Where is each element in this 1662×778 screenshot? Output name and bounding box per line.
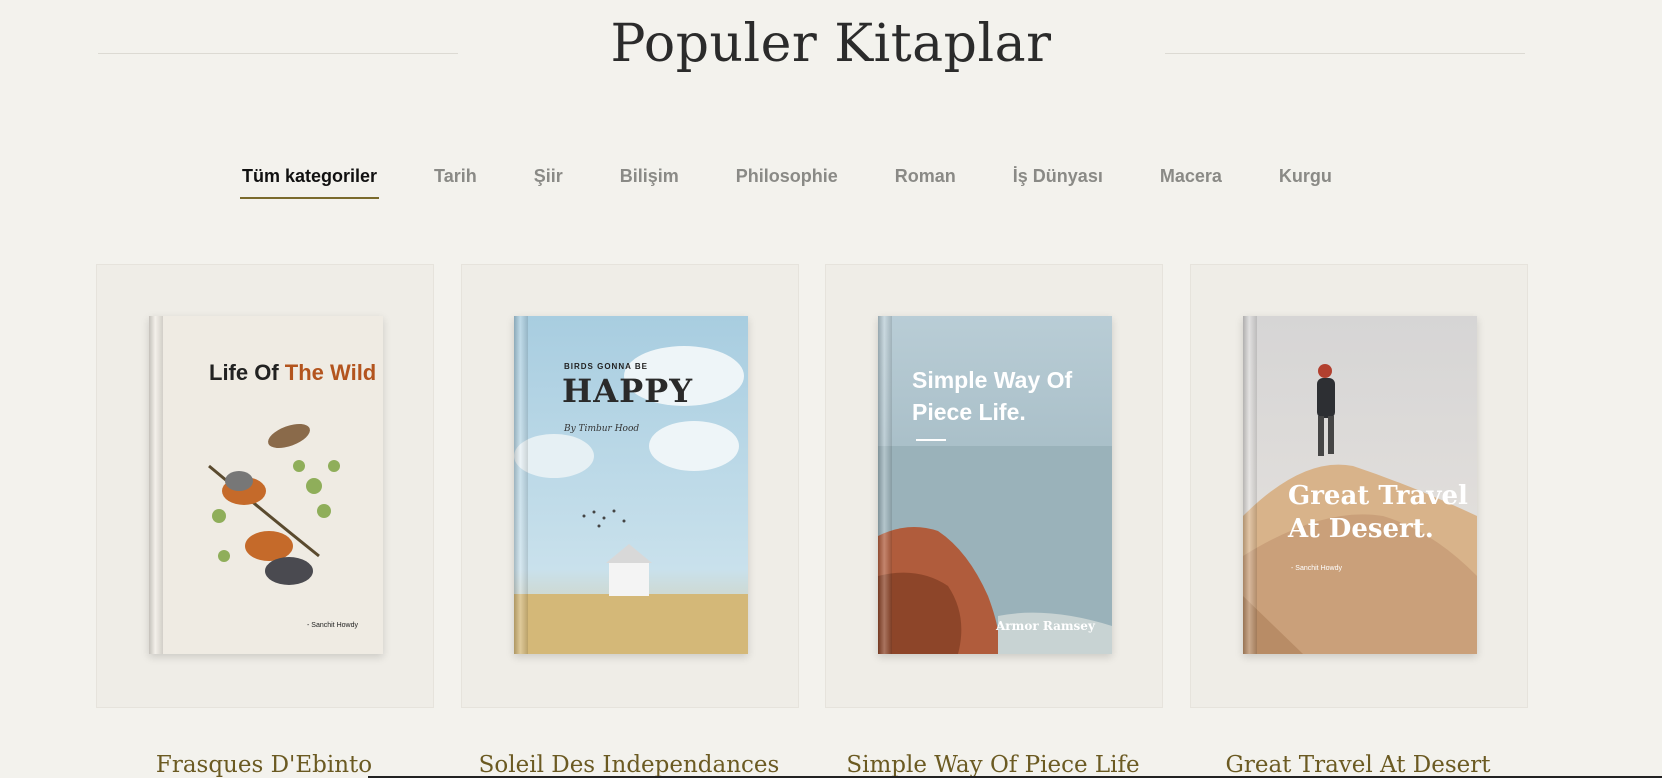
title-divider-right [1165, 53, 1525, 54]
cover-title-part: Life Of [209, 360, 285, 385]
cover-title-line: At Desert. [1288, 514, 1434, 544]
category-tabs: Tüm kategoriler Tarih Şiir Bilişim Philo… [240, 160, 1387, 199]
book-spine [878, 316, 892, 654]
section-header: Populer Kitaplar [0, 0, 1662, 100]
book-title-link[interactable]: Soleil Des Independances [461, 752, 797, 778]
cover-title: HAPPY [562, 372, 694, 410]
cover-author: - Sanchit Howdy [307, 622, 358, 629]
cover-author: Armor Ramsey [996, 619, 1095, 633]
book-title-link[interactable]: Simple Way Of Piece Life [825, 752, 1161, 778]
cover-title: Great Travel At Desert. [1288, 480, 1468, 546]
tab-history[interactable]: Tarih [432, 160, 479, 199]
tab-fiction[interactable]: Kurgu [1277, 160, 1334, 199]
book-cover-image[interactable]: BIRDS GONNA BE HAPPY By Timbur Hood [514, 316, 748, 654]
tab-business[interactable]: İş Dünyası [1011, 160, 1105, 199]
book-title-link[interactable]: Frasques D'Ebinto [96, 752, 432, 778]
book-spine [514, 316, 528, 654]
tab-computing[interactable]: Bilişim [618, 160, 681, 199]
book-card[interactable]: BIRDS GONNA BE HAPPY By Timbur Hood [461, 264, 799, 708]
cover-title-line: Simple Way Of [912, 367, 1073, 393]
cover-author: By Timbur Hood [564, 424, 640, 434]
cover-author: - Sanchit Howdy [1291, 565, 1342, 572]
book-card[interactable]: Life Of The Wild - Sanchit Howdy [96, 264, 434, 708]
book-cover-image[interactable]: Life Of The Wild - Sanchit Howdy [149, 316, 383, 654]
tab-all-categories[interactable]: Tüm kategoriler [240, 160, 380, 199]
cover-divider [916, 439, 946, 441]
book-title-link[interactable]: Great Travel At Desert [1190, 752, 1526, 778]
cover-title: Life Of The Wild [209, 360, 376, 386]
book-card[interactable]: Great Travel At Desert. - Sanchit Howdy [1190, 264, 1528, 708]
cover-kicker: BIRDS GONNA BE [564, 362, 648, 371]
tab-philosophy[interactable]: Philosophie [734, 160, 840, 199]
tab-novel[interactable]: Roman [893, 160, 958, 199]
tab-adventure[interactable]: Macera [1158, 160, 1224, 199]
book-card[interactable]: Simple Way Of Piece Life. Armor Ramsey [825, 264, 1163, 708]
cover-title-line: Great Travel [1288, 481, 1468, 511]
cover-title-highlight: The Wild [284, 360, 377, 385]
book-cover-image[interactable]: Simple Way Of Piece Life. Armor Ramsey [878, 316, 1112, 654]
book-spine [1243, 316, 1257, 654]
cover-title: Simple Way Of Piece Life. [912, 364, 1072, 428]
book-spine [149, 316, 163, 654]
cover-title-line: Piece Life. [912, 399, 1026, 425]
section-title: Populer Kitaplar [610, 14, 1052, 74]
tab-poetry[interactable]: Şiir [532, 160, 565, 199]
book-cover-image[interactable]: Great Travel At Desert. - Sanchit Howdy [1243, 316, 1477, 654]
